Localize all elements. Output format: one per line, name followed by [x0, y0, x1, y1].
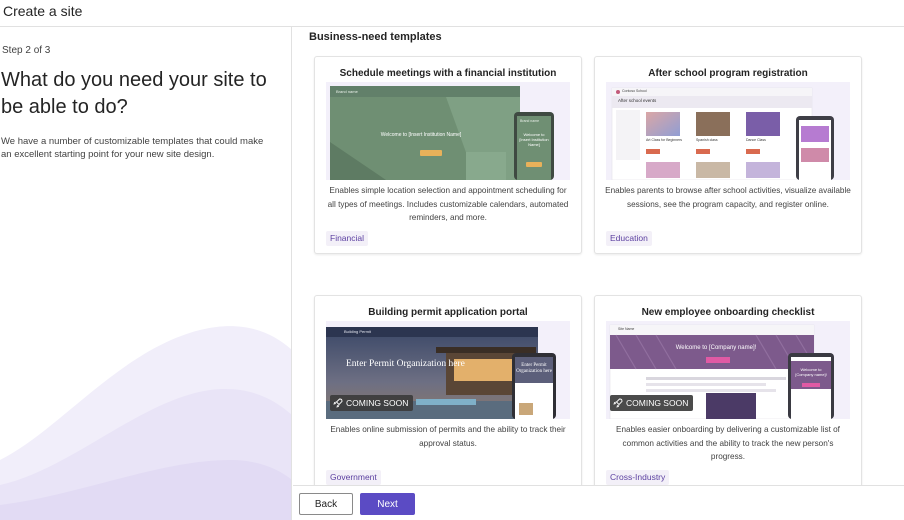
preview-site-name: Site Name — [618, 327, 635, 331]
badge-label: COMING SOON — [626, 398, 689, 408]
template-gallery[interactable]: Business-need templates Schedule meeting… — [293, 27, 904, 485]
template-card-financial[interactable]: Schedule meetings with a financial insti… — [314, 56, 582, 254]
preview-card-label: Art Class for Beginners — [646, 138, 682, 142]
coming-soon-badge: COMING SOON — [610, 395, 694, 411]
preview-site-name: Contoso School — [622, 89, 647, 93]
card-description: Enables parents to browse after school a… — [605, 186, 851, 209]
preview-card-label: Spanish class — [696, 138, 718, 142]
category-tag: Cross-Industry — [606, 470, 670, 485]
page-heading: What do you need your site to be able to… — [1, 69, 267, 118]
decorative-waves — [0, 326, 291, 520]
preview-hero-text: Welcome to [Insert Institution Name] — [380, 132, 462, 138]
rocket-icon — [333, 398, 343, 408]
card-description: Enables online submission of permits and… — [330, 425, 566, 448]
category-tag: Financial — [326, 231, 369, 246]
preview-mobile-brand: Brand name — [520, 119, 540, 123]
preview-mobile-hero: Welcome to [Insert Institution Name] — [519, 132, 549, 147]
rocket-icon — [613, 398, 623, 408]
card-description: Enables simple location selection and ap… — [327, 186, 569, 222]
wizard-footer: Back Next — [293, 485, 904, 520]
step-indicator: Step 2 of 3 — [2, 45, 51, 56]
card-title: New employee onboarding checklist — [641, 307, 815, 318]
preview-mobile-button — [526, 162, 542, 167]
back-button[interactable]: Back — [299, 493, 353, 515]
card-title: Schedule meetings with a financial insti… — [339, 68, 557, 79]
card-description: Enables easier onboarding by delivering … — [616, 425, 840, 461]
preview-site-name: Brand name — [336, 89, 358, 94]
category-tag: Education — [606, 231, 652, 246]
coming-soon-badge: COMING SOON — [330, 395, 414, 411]
page-description: We have a number of customizable templat… — [1, 136, 264, 160]
template-card-government[interactable]: Building permit application portal Build… — [314, 295, 582, 485]
category-tag: Government — [326, 470, 381, 485]
next-button[interactable]: Next — [360, 493, 415, 515]
section-title: Business-need templates — [309, 31, 442, 43]
template-preview-image: Contoso School After school events Art C… — [606, 82, 850, 180]
preview-hero-text: Enter Permit Organization here — [346, 359, 465, 369]
preview-site-name: Building Permit — [344, 329, 371, 334]
template-card-education[interactable]: After school program registration Contos… — [594, 56, 862, 254]
card-title: Building permit application portal — [368, 307, 528, 318]
card-title: After school program registration — [648, 68, 808, 79]
preview-mobile-hero: Welcome to [Company name]! — [795, 367, 827, 377]
preview-mobile-hero: Enter Permit Organization here — [516, 363, 552, 374]
badge-label: COMING SOON — [346, 398, 409, 408]
template-preview-image: Brand name Welcome to [Insert Institutio… — [326, 82, 570, 180]
template-card-cross-industry[interactable]: New employee onboarding checklist Site N… — [594, 295, 862, 485]
title-bar: Create a site — [0, 0, 904, 27]
preview-card-label: Dance Class — [746, 138, 766, 142]
template-preview-image: Building Permit Enter Permit Organizatio… — [326, 321, 570, 419]
preview-heading: After school events — [618, 98, 657, 103]
preview-button — [420, 150, 442, 156]
preview-hero-text: Welcome to [Company name]! — [675, 345, 757, 351]
window-title: Create a site — [3, 3, 83, 19]
left-pane: Step 2 of 3 What do you need your site t… — [0, 27, 292, 520]
template-preview-image: Site Name Welcome to [Company name]! Wel… — [606, 321, 850, 419]
